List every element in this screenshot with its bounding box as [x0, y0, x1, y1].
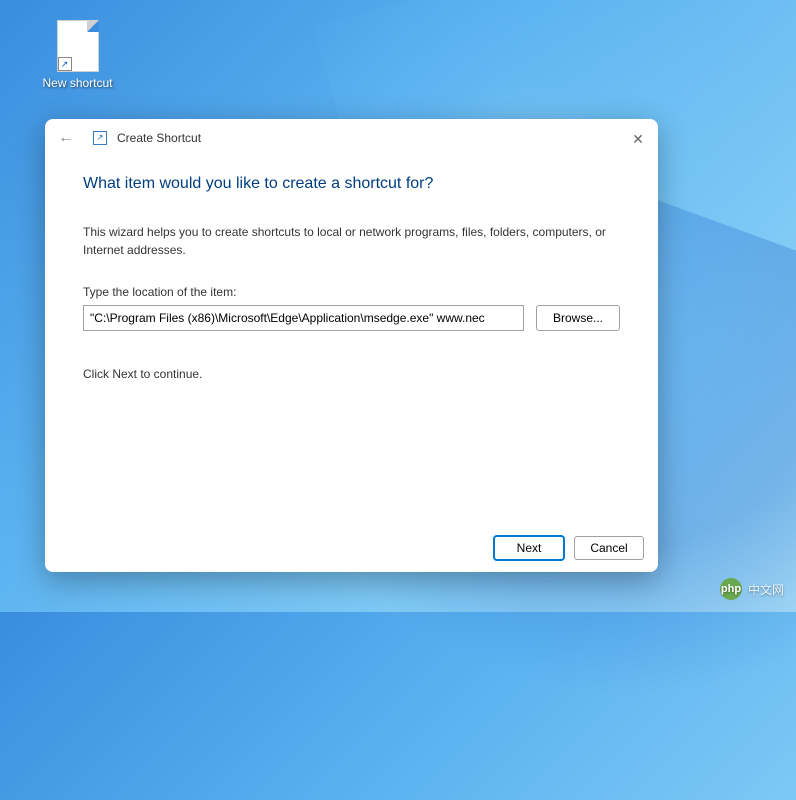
desktop-icon-label: New shortcut: [40, 76, 115, 90]
dialog-heading: What item would you like to create a sho…: [83, 175, 620, 193]
cancel-button[interactable]: Cancel: [574, 536, 644, 560]
location-field-row: Browse...: [83, 305, 620, 331]
title-bar: ← ↗ Create Shortcut ✕: [45, 119, 658, 157]
file-icon: ↗: [57, 20, 99, 72]
continue-hint: Click Next to continue.: [83, 367, 620, 381]
browse-button[interactable]: Browse...: [536, 305, 620, 331]
shortcut-arrow-icon: ↗: [58, 57, 72, 71]
dialog-title: Create Shortcut: [117, 131, 201, 145]
back-icon: ←: [57, 129, 75, 147]
create-shortcut-dialog: ← ↗ Create Shortcut ✕ What item would yo…: [45, 119, 658, 572]
shortcut-wizard-icon: ↗: [93, 131, 107, 145]
dialog-footer: Next Cancel: [45, 524, 658, 572]
watermark-logo-icon: php: [720, 578, 742, 600]
close-button[interactable]: ✕: [626, 127, 650, 151]
location-input[interactable]: [83, 305, 524, 331]
watermark-text: 中文网: [748, 581, 784, 598]
watermark: php 中文网: [720, 578, 784, 600]
dialog-content: What item would you like to create a sho…: [45, 157, 658, 524]
location-field-label: Type the location of the item:: [83, 285, 620, 299]
desktop-shortcut-icon[interactable]: ↗ New shortcut: [40, 20, 115, 90]
dialog-description: This wizard helps you to create shortcut…: [83, 223, 620, 259]
next-button[interactable]: Next: [494, 536, 564, 560]
